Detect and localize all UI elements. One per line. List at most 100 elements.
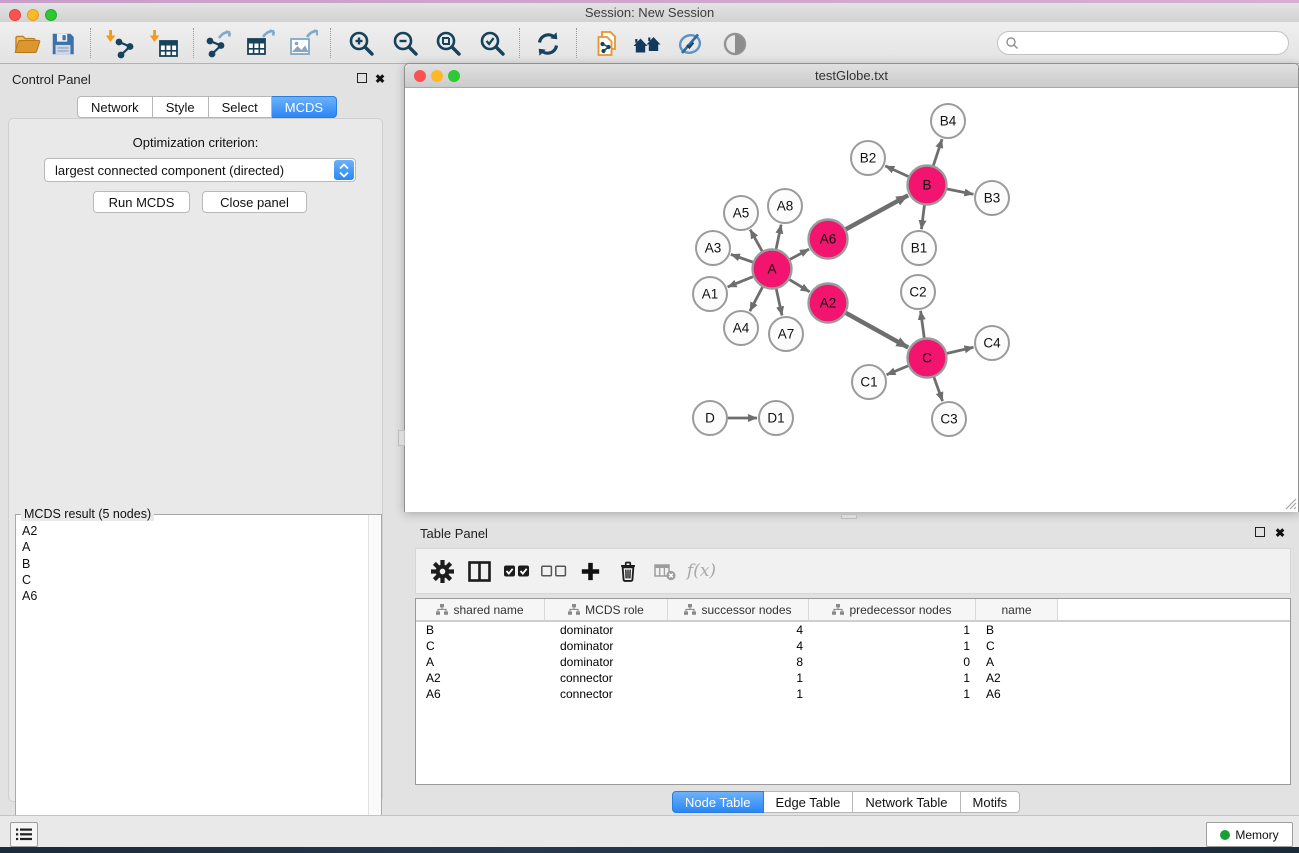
- table-cell: A: [416, 655, 545, 669]
- zoom-in-button[interactable]: [344, 27, 378, 61]
- table-cell: A2: [976, 671, 1058, 685]
- column-header-name[interactable]: name: [976, 599, 1058, 620]
- close-panel-button[interactable]: Close panel: [202, 191, 307, 213]
- zoom-out-button[interactable]: [388, 27, 422, 61]
- table-cell: connector: [545, 687, 668, 701]
- tab-network-table[interactable]: Network Table: [853, 791, 960, 813]
- export-network-button[interactable]: [201, 27, 235, 61]
- column-header-filler: [1058, 599, 1290, 620]
- horizontal-splitter-handle[interactable]: [841, 514, 857, 519]
- table-cell: 1: [809, 687, 976, 701]
- open-file-button[interactable]: [10, 27, 44, 61]
- zoom-in-icon: [346, 29, 376, 59]
- gear-icon: [431, 560, 454, 583]
- table-row[interactable]: A2connector11A2: [416, 670, 1290, 686]
- session-title: Session: New Session: [0, 5, 1299, 20]
- show-columns-button[interactable]: [461, 554, 498, 588]
- node-label-C4: C4: [983, 336, 1001, 351]
- table-cell: connector: [545, 671, 668, 685]
- duplicate-network-button[interactable]: [590, 27, 624, 61]
- tab-select[interactable]: Select: [209, 96, 272, 118]
- eye-button[interactable]: [718, 27, 752, 61]
- memory-button[interactable]: Memory: [1206, 822, 1293, 847]
- checked-boxes-icon: [504, 565, 530, 577]
- node-label-C3: C3: [940, 412, 957, 427]
- table-row[interactable]: A6connector11A6: [416, 686, 1290, 702]
- close-table-panel-icon[interactable]: ✖: [1275, 527, 1285, 539]
- column-header-predecessor-nodes[interactable]: predecessor nodes: [809, 599, 976, 620]
- tab-network[interactable]: Network: [77, 96, 153, 118]
- table-cell: 1: [809, 639, 976, 653]
- import-network-button[interactable]: [103, 27, 137, 61]
- toolbar-separator: [519, 28, 520, 58]
- result-item[interactable]: C: [17, 572, 367, 588]
- table-cell: dominator: [545, 623, 668, 637]
- column-header-mcds-role[interactable]: MCDS role: [545, 599, 668, 620]
- zoom-fit-button[interactable]: [431, 27, 465, 61]
- table-cell: 8: [668, 655, 809, 669]
- network-window-title: testGlobe.txt: [405, 68, 1298, 83]
- result-item[interactable]: A6: [17, 588, 367, 604]
- node-label-C2: C2: [909, 285, 926, 300]
- create-column-button[interactable]: [572, 554, 609, 588]
- table-cell: A6: [976, 687, 1058, 701]
- float-table-panel-icon[interactable]: [1255, 527, 1265, 537]
- delete-column-button[interactable]: [609, 554, 646, 588]
- result-item[interactable]: A2: [17, 523, 367, 539]
- table-settings-button[interactable]: [424, 554, 461, 588]
- table-row[interactable]: Bdominator41B: [416, 622, 1290, 638]
- network-view-window: testGlobe.txt AA1A2A3A4A5A6A7A8BB1B2B3B4…: [404, 63, 1299, 512]
- zoom-fit-icon: [433, 29, 463, 59]
- deselect-all-rows-button[interactable]: [535, 554, 572, 588]
- result-scrollbar[interactable]: [368, 515, 381, 850]
- task-history-button[interactable]: [10, 822, 38, 847]
- float-panel-icon[interactable]: [357, 73, 367, 83]
- tab-node-table[interactable]: Node Table: [672, 791, 764, 813]
- sitemap-icon: [568, 604, 580, 615]
- tab-style[interactable]: Style: [153, 96, 209, 118]
- tab-mcds[interactable]: MCDS: [272, 96, 337, 118]
- export-image-button[interactable]: [286, 27, 320, 61]
- delete-table-button: [646, 554, 683, 588]
- node-label-D: D: [705, 411, 715, 426]
- import-table-button[interactable]: [147, 27, 181, 61]
- desktop-background-strip-bottom: [0, 847, 1299, 853]
- column-header-shared-name[interactable]: shared name: [416, 599, 545, 620]
- run-mcds-button[interactable]: Run MCDS: [93, 191, 190, 213]
- result-item[interactable]: A: [17, 539, 367, 555]
- table-toolbar: f(x): [415, 548, 1291, 594]
- vertical-splitter-handle[interactable]: [398, 430, 405, 446]
- control-panel-tabs: Network Style Select MCDS: [77, 96, 337, 118]
- zoom-selected-button[interactable]: [475, 27, 509, 61]
- network-canvas[interactable]: AA1A2A3A4A5A6A7A8BB1B2B3B4CC1C2C3C4DD1: [405, 88, 1298, 512]
- export-image-icon: [288, 29, 318, 59]
- app-titlebar: Session: New Session: [0, 3, 1299, 22]
- column-header-successor-nodes[interactable]: successor nodes: [668, 599, 809, 620]
- session-search: [997, 31, 1289, 55]
- window-resize-grip[interactable]: [1283, 496, 1297, 510]
- node-label-A: A: [767, 262, 776, 277]
- tab-edge-table[interactable]: Edge Table: [764, 791, 854, 813]
- export-table-button[interactable]: [243, 27, 277, 61]
- table-header-row: shared name MCDS role successor nodes pr…: [416, 599, 1290, 622]
- close-panel-icon[interactable]: ✖: [375, 73, 385, 85]
- network-window-titlebar[interactable]: testGlobe.txt: [405, 64, 1298, 88]
- table-cell: 1: [668, 687, 809, 701]
- search-input[interactable]: [1019, 34, 1288, 52]
- table-cell: 4: [668, 623, 809, 637]
- mcds-result-list: A2ABCA6: [17, 523, 367, 849]
- optimization-dropdown[interactable]: largest connected component (directed): [44, 158, 356, 182]
- save-session-button[interactable]: [46, 27, 80, 61]
- select-all-rows-button[interactable]: [498, 554, 535, 588]
- tab-motifs[interactable]: Motifs: [961, 791, 1021, 813]
- toggle-graphics-button[interactable]: [673, 27, 707, 61]
- result-item[interactable]: B: [17, 556, 367, 572]
- home-view-button[interactable]: [630, 27, 664, 61]
- toolbar-separator: [576, 28, 577, 58]
- table-row[interactable]: Adominator80A: [416, 654, 1290, 670]
- delete-table-icon: [654, 562, 676, 581]
- node-label-B2: B2: [860, 151, 877, 166]
- refresh-layout-button[interactable]: [531, 27, 565, 61]
- import-table-icon: [149, 29, 179, 59]
- table-row[interactable]: Cdominator41C: [416, 638, 1290, 654]
